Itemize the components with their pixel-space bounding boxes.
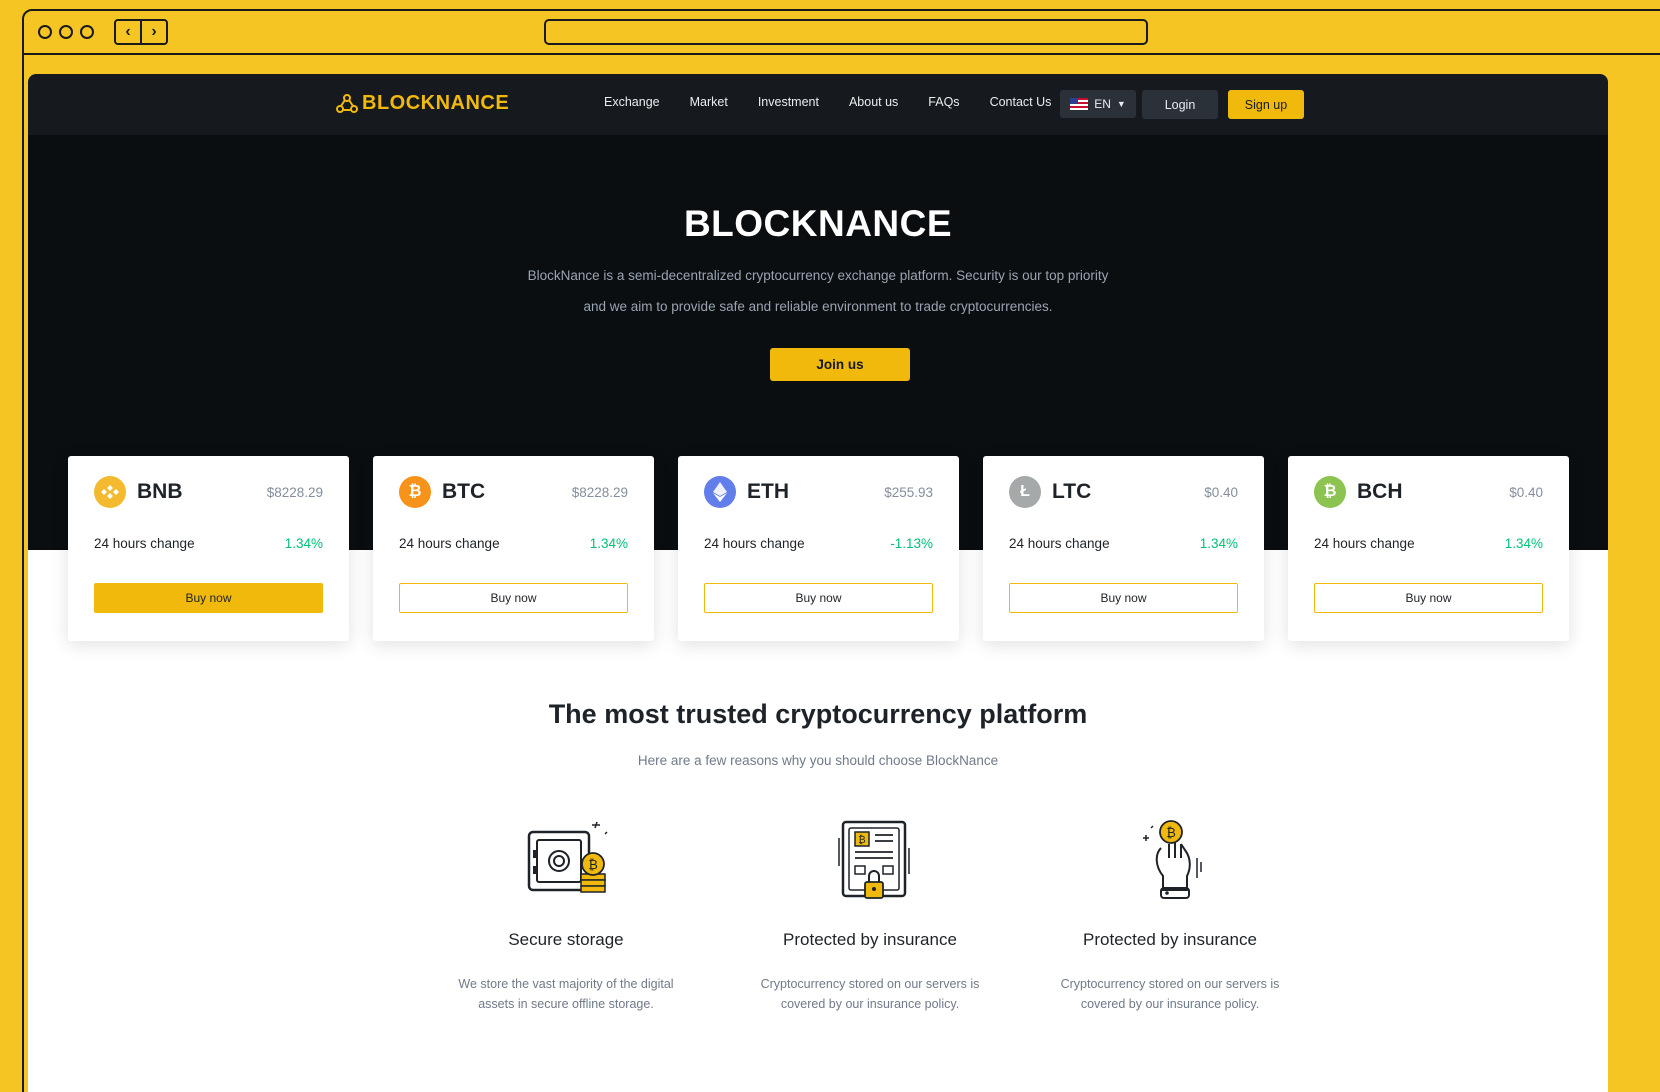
address-bar[interactable] xyxy=(544,19,1148,45)
logo[interactable]: BLOCKNANCE xyxy=(336,92,509,115)
hero-description-line-1: BlockNance is a semi-decentralized crypt… xyxy=(527,268,1109,283)
close-window-icon[interactable] xyxy=(38,25,52,39)
buy-now-button[interactable]: Buy now xyxy=(704,583,933,613)
menu-item-market[interactable]: Market xyxy=(690,95,728,109)
menu-item-contact[interactable]: Contact Us xyxy=(990,95,1052,109)
feature-desc-line-2: covered by our insurance policy. xyxy=(780,997,960,1011)
signup-button[interactable]: Sign up xyxy=(1228,90,1304,119)
minimize-window-icon[interactable] xyxy=(59,25,73,39)
coin-price: $8228.29 xyxy=(571,485,628,500)
coin-symbol: LTC xyxy=(1052,480,1092,503)
feature-desc-line-2: covered by our insurance policy. xyxy=(1080,997,1260,1011)
feature-desc-line-1: Cryptocurrency stored on our servers is xyxy=(760,977,980,991)
logo-icon xyxy=(336,93,358,113)
hero-description-line-2: and we aim to provide safe and reliable … xyxy=(583,299,1053,314)
feature-secure-storage: ₿ Secure storage We store the vast major… xyxy=(436,818,696,1014)
coin-card-ltc: Ł LTC $0.40 24 hours change 1.34% Buy no… xyxy=(983,456,1264,641)
top-navbar: BLOCKNANCE Exchange Market Investment Ab… xyxy=(28,74,1608,135)
svg-text:₿: ₿ xyxy=(1166,826,1176,841)
feature-title: Protected by insurance xyxy=(1083,930,1257,949)
eth-icon xyxy=(704,476,736,508)
logo-text: BLOCKNANCE xyxy=(362,92,510,114)
change-label: 24 hours change xyxy=(1314,536,1415,551)
feature-insurance-2: ₿ Protected by insurance Cryptocurrency … xyxy=(1040,818,1300,1014)
svg-text:₿: ₿ xyxy=(588,858,598,873)
change-value: 1.34% xyxy=(284,536,323,551)
feature-desc-line-1: Cryptocurrency stored on our servers is xyxy=(1060,977,1280,991)
coin-card-eth: ETH $255.93 24 hours change -1.13% Buy n… xyxy=(678,456,959,641)
join-us-button[interactable]: Join us xyxy=(770,348,910,381)
change-value: -1.13% xyxy=(890,536,933,551)
browser-toolbar: ‹ › xyxy=(24,11,1660,55)
bch-icon: ₿ xyxy=(1314,476,1346,508)
coin-price: $255.93 xyxy=(884,485,933,500)
menu-item-exchange[interactable]: Exchange xyxy=(604,95,660,109)
change-value: 1.34% xyxy=(1504,536,1543,551)
coin-price: $0.40 xyxy=(1204,485,1238,500)
language-select[interactable]: EN ▼ xyxy=(1060,90,1136,118)
feature-title: Protected by insurance xyxy=(783,930,957,949)
hand-coin-icon: ₿ xyxy=(1143,820,1202,899)
coin-card-bch: ₿ BCH $0.40 24 hours change 1.34% Buy no… xyxy=(1288,456,1569,641)
section-title: The most trusted cryptocurrency platform xyxy=(548,699,1088,729)
buy-now-button[interactable]: Buy now xyxy=(1314,583,1543,613)
coin-symbol: BTC xyxy=(442,480,486,503)
safe-icon: ₿ xyxy=(527,821,608,893)
coin-symbol: ETH xyxy=(747,480,789,503)
change-value: 1.34% xyxy=(589,536,628,551)
hero-title: BLOCKNANCE xyxy=(683,203,953,244)
change-label: 24 hours change xyxy=(94,536,195,551)
insurance-document-icon: ₿ xyxy=(838,820,910,899)
menu-item-faqs[interactable]: FAQs xyxy=(928,95,959,109)
forward-arrow-icon[interactable]: › xyxy=(142,21,166,43)
buy-now-button[interactable]: Buy now xyxy=(94,583,323,613)
svg-text:₿: ₿ xyxy=(858,834,865,846)
back-arrow-icon[interactable]: ‹ xyxy=(116,21,142,43)
feature-desc-line-1: We store the vast majority of the digita… xyxy=(458,977,674,991)
coin-symbol: BCH xyxy=(1357,480,1403,503)
change-label: 24 hours change xyxy=(1009,536,1110,551)
us-flag-icon xyxy=(1070,98,1089,110)
ltc-icon: Ł xyxy=(1009,476,1041,508)
change-value: 1.34% xyxy=(1199,536,1238,551)
change-label: 24 hours change xyxy=(704,536,805,551)
coin-symbol: BNB xyxy=(137,480,183,503)
buy-now-button[interactable]: Buy now xyxy=(1009,583,1238,613)
main-menu: Exchange Market Investment About us FAQs… xyxy=(604,95,1081,109)
feature-desc-line-2: assets in secure offline storage. xyxy=(478,997,654,1011)
web-page: BLOCKNANCE Exchange Market Investment Ab… xyxy=(28,74,1608,1092)
login-button[interactable]: Login xyxy=(1142,90,1218,119)
coin-card-btc: ₿ BTC $8228.29 24 hours change 1.34% Buy… xyxy=(373,456,654,641)
section-subtitle: Here are a few reasons why you should ch… xyxy=(637,753,999,768)
menu-item-about[interactable]: About us xyxy=(849,95,898,109)
history-buttons: ‹ › xyxy=(114,19,168,45)
buy-now-button[interactable]: Buy now xyxy=(399,583,628,613)
window-controls xyxy=(38,25,94,39)
maximize-window-icon[interactable] xyxy=(80,25,94,39)
coin-card-bnb: BNB $8228.29 24 hours change 1.34% Buy n… xyxy=(68,456,349,641)
btc-icon: ₿ xyxy=(399,476,431,508)
language-label: EN xyxy=(1094,97,1111,111)
feature-insurance-1: ₿ Protected by insurance Cryptocurrency … xyxy=(740,818,1000,1014)
coin-price: $8228.29 xyxy=(266,485,323,500)
chevron-down-icon: ▼ xyxy=(1116,99,1126,109)
coin-cards: BNB $8228.29 24 hours change 1.34% Buy n… xyxy=(68,456,1569,641)
menu-item-investment[interactable]: Investment xyxy=(758,95,819,109)
feature-title: Secure storage xyxy=(508,930,624,949)
bnb-icon xyxy=(94,476,126,508)
change-label: 24 hours change xyxy=(399,536,500,551)
coin-price: $0.40 xyxy=(1509,485,1543,500)
